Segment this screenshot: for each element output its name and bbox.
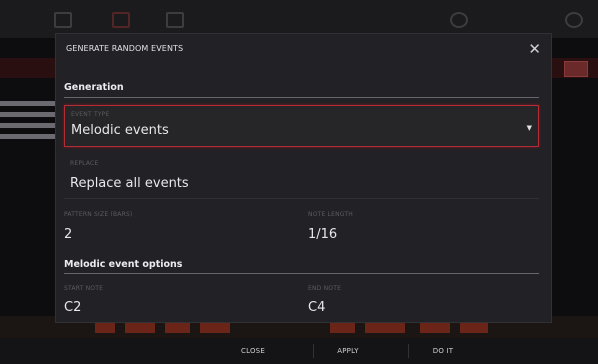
event-type-label: EVENT TYPE bbox=[71, 111, 110, 118]
function-bar bbox=[0, 338, 598, 364]
gear-icon bbox=[565, 12, 583, 28]
close-button[interactable]: CLOSE bbox=[218, 338, 288, 364]
event-type-dropdown[interactable]: EVENT TYPE Melodic events ▼ bbox=[64, 105, 539, 147]
close-icon[interactable]: ✕ bbox=[528, 40, 541, 58]
section-divider bbox=[64, 97, 539, 98]
apply-button[interactable]: APPLY bbox=[313, 338, 383, 364]
replace-label: REPLACE bbox=[70, 160, 99, 167]
section-generation-heading: Generation bbox=[64, 82, 124, 93]
note-length-label: NOTE LENGTH bbox=[308, 211, 354, 218]
background-track-button bbox=[564, 61, 588, 77]
start-note-label: START NOTE bbox=[64, 285, 104, 292]
dialog-header: GENERATE RANDOM EVENTS ✕ bbox=[56, 34, 551, 66]
section-melodic-heading: Melodic event options bbox=[64, 259, 183, 270]
pattern-size-value: 2 bbox=[64, 227, 73, 242]
section-divider bbox=[64, 273, 539, 274]
end-note-label: END NOTE bbox=[308, 285, 342, 292]
knob-icon bbox=[450, 12, 468, 28]
pattern-size-label: PATTERN SIZE (BARS) bbox=[64, 211, 133, 218]
note-length-value: 1/16 bbox=[308, 227, 338, 242]
event-type-value: Melodic events bbox=[71, 123, 169, 138]
generate-random-events-dialog: GENERATE RANDOM EVENTS ✕ Generation EVEN… bbox=[55, 33, 552, 323]
grid-icon bbox=[54, 12, 72, 28]
end-note-value: C4 bbox=[308, 300, 326, 315]
dropdown-arrow-icon: ▼ bbox=[526, 124, 532, 132]
do-it-button[interactable]: DO IT bbox=[408, 338, 478, 364]
track-icon bbox=[112, 12, 130, 28]
background-track-list bbox=[0, 95, 55, 155]
list-icon bbox=[166, 12, 184, 28]
dialog-title: GENERATE RANDOM EVENTS bbox=[66, 44, 184, 53]
replace-value: Replace all events bbox=[70, 176, 189, 191]
start-note-value: C2 bbox=[64, 300, 82, 315]
row-divider bbox=[64, 198, 539, 199]
